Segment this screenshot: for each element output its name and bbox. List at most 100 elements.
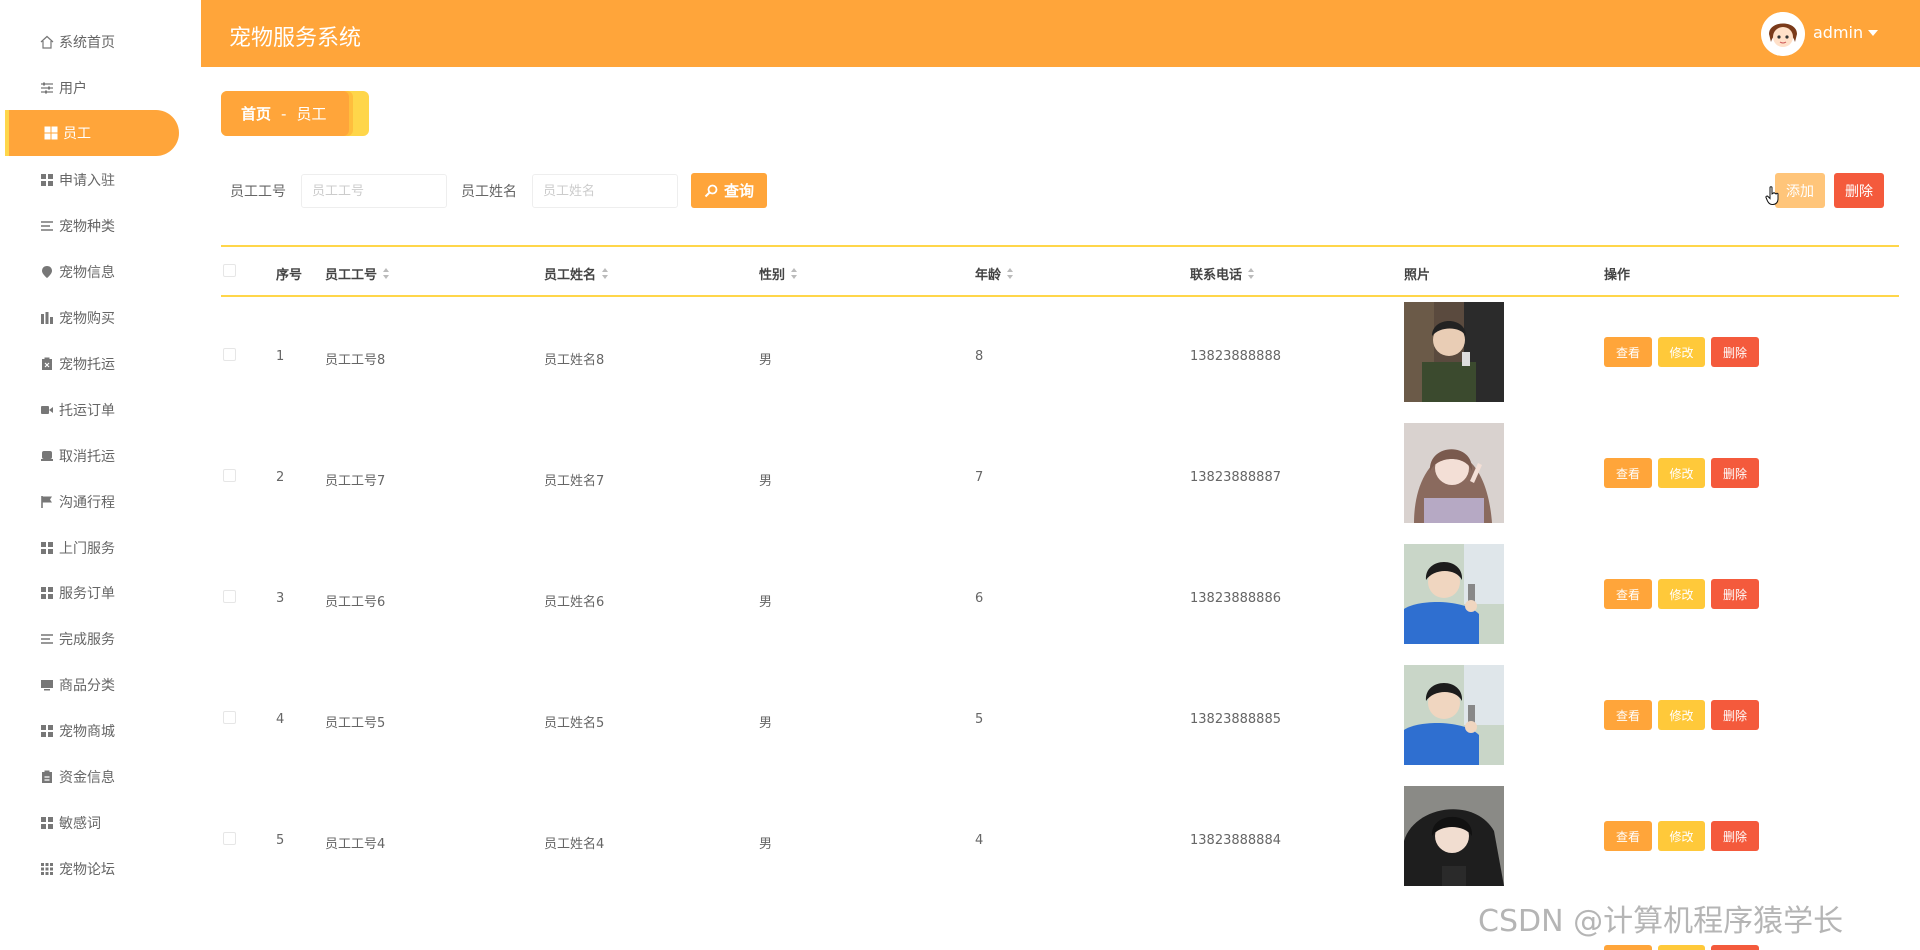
video-icon: [39, 402, 55, 418]
row-checkbox[interactable]: [223, 348, 236, 361]
column-header-age[interactable]: 年龄: [975, 264, 1014, 283]
cell-employee-name: 员工姓名4: [544, 837, 605, 852]
sidebar-item-label: 系统首页: [59, 35, 115, 51]
sidebar-item-sensitive-words[interactable]: 敏感词: [5, 800, 179, 846]
edit-button[interactable]: 修改: [1658, 579, 1705, 609]
sidebar-item-pet-purchase[interactable]: 宠物购买: [5, 295, 179, 341]
cell-employee-no: 员工工号5: [325, 716, 386, 731]
query-button[interactable]: 查询: [691, 173, 767, 208]
sidebar-item-users[interactable]: 用户: [5, 65, 179, 111]
row-checkbox[interactable]: [223, 469, 236, 482]
sidebar-item-apply[interactable]: 申请入驻: [5, 157, 179, 203]
edit-button[interactable]: 修改: [1658, 337, 1705, 367]
sidebar-item-label: 敏感词: [59, 816, 101, 832]
delete-row-button[interactable]: 删除: [1711, 700, 1759, 730]
delete-row-button[interactable]: 删除: [1711, 821, 1759, 851]
employee-no-label: 员工工号: [230, 184, 286, 200]
cell-employee-name: 员工姓名8: [544, 353, 605, 368]
top-bar: 宠物服务系统 admin: [201, 0, 1920, 67]
sidebar-item-pet-shipping[interactable]: 宠物托运: [5, 341, 179, 387]
sort-icon[interactable]: [1007, 268, 1014, 279]
column-header-employee-no[interactable]: 员工工号: [325, 264, 390, 283]
sort-icon[interactable]: [383, 268, 390, 279]
sort-icon[interactable]: [1248, 268, 1255, 279]
employee-photo: [1404, 786, 1504, 886]
sidebar-item-home[interactable]: 系统首页: [5, 19, 179, 65]
cell-gender: 男: [759, 474, 773, 489]
employee-name-input[interactable]: [532, 174, 678, 208]
sort-icon[interactable]: [602, 268, 609, 279]
delete-row-button[interactable]: 删除: [1711, 337, 1759, 367]
cell-age: 6: [975, 591, 984, 606]
sidebar-item-funds[interactable]: 资金信息: [5, 754, 179, 800]
delete-row-button[interactable]: 删除: [1711, 579, 1759, 609]
view-button[interactable]: 查看: [1604, 579, 1652, 609]
sidebar-item-cancel-shipping[interactable]: 取消托运: [5, 433, 179, 479]
table-row: 4 员工工号5 员工姓名5 男 5 13823888885 查看 修改 删除: [221, 660, 1899, 781]
cell-phone: 13823888886: [1190, 591, 1281, 606]
cell-employee-name: 员工姓名7: [544, 474, 605, 489]
view-button[interactable]: 查看: [1604, 700, 1652, 730]
delete-row-button[interactable]: [1711, 945, 1759, 950]
column-header-gender[interactable]: 性别: [759, 264, 798, 283]
column-header-employee-name[interactable]: 员工姓名: [544, 264, 609, 283]
watermark: CSDN @计算机程序猿学长: [1478, 904, 1844, 939]
home-icon: [39, 34, 55, 50]
edit-button[interactable]: [1658, 945, 1705, 950]
row-checkbox[interactable]: [223, 590, 236, 603]
view-button[interactable]: 查看: [1604, 821, 1652, 851]
flag-icon: [39, 494, 55, 510]
cell-employee-no: 员工工号7: [325, 474, 386, 489]
sidebar-item-pet-forum[interactable]: 宠物论坛: [5, 846, 179, 892]
view-button[interactable]: 查看: [1604, 458, 1652, 488]
breadcrumb-home[interactable]: 首页: [241, 103, 271, 124]
edit-button[interactable]: 修改: [1658, 458, 1705, 488]
cell-index: 2: [276, 470, 285, 485]
chevron-down-icon[interactable]: [1868, 30, 1878, 36]
sidebar-item-completed-service[interactable]: 完成服务: [5, 616, 179, 662]
grid-icon: [39, 540, 55, 556]
sidebar-item-pet-types[interactable]: 宠物种类: [5, 203, 179, 249]
sidebar-item-itinerary[interactable]: 沟通行程: [5, 479, 179, 525]
cell-phone: 13823888884: [1190, 833, 1281, 848]
view-button[interactable]: 查看: [1604, 337, 1652, 367]
sidebar-item-label: 托运订单: [59, 403, 115, 419]
query-label: 查询: [723, 182, 754, 200]
sidebar-item-service-orders[interactable]: 服务订单: [5, 570, 179, 616]
employee-photo: [1404, 544, 1504, 644]
sidebar-item-employees[interactable]: 员工: [5, 110, 179, 156]
sidebar-item-label: 服务订单: [59, 586, 115, 602]
employee-table: 序号 员工工号 员工姓名 性别 年龄 联系电话 照片 操作 1 员工工号8 员工…: [221, 245, 1899, 950]
list-icon: [39, 631, 55, 647]
cell-phone: 13823888885: [1190, 712, 1281, 727]
monitor-icon: [39, 677, 55, 693]
avatar[interactable]: [1761, 12, 1805, 56]
row-checkbox[interactable]: [223, 832, 236, 845]
row-checkbox[interactable]: [223, 711, 236, 724]
column-header-phone[interactable]: 联系电话: [1190, 264, 1255, 283]
sidebar-item-product-category[interactable]: 商品分类: [5, 662, 179, 708]
user-name[interactable]: admin: [1813, 23, 1863, 42]
edit-button[interactable]: 修改: [1658, 700, 1705, 730]
breadcrumb-separator: -: [281, 104, 287, 123]
view-button[interactable]: [1604, 945, 1652, 950]
cell-age: 4: [975, 833, 984, 848]
cell-employee-no: 员工工号6: [325, 595, 386, 610]
add-button[interactable]: 添加: [1775, 173, 1825, 208]
sidebar-item-pet-mall[interactable]: 宠物商城: [5, 708, 179, 754]
table-row: 3 员工工号6 员工姓名6 男 6 13823888886 查看 修改 删除: [221, 539, 1899, 660]
employee-no-input[interactable]: [301, 174, 447, 208]
select-all-checkbox[interactable]: [223, 264, 236, 277]
sidebar-item-shipping-orders[interactable]: 托运订单: [5, 387, 179, 433]
sidebar-item-label: 宠物论坛: [59, 862, 115, 878]
sidebar-item-pet-info[interactable]: 宠物信息: [5, 249, 179, 295]
delete-button[interactable]: 删除: [1834, 173, 1884, 208]
table-header: 序号 员工工号 员工姓名 性别 年龄 联系电话 照片 操作: [221, 245, 1899, 297]
table-row: 1 员工工号8 员工姓名8 男 8 13823888888 查看 修改 删除: [221, 297, 1899, 418]
sidebar-item-home-service[interactable]: 上门服务: [5, 525, 179, 571]
delete-row-button[interactable]: 删除: [1711, 458, 1759, 488]
table-row: 5 员工工号4 员工姓名4 男 4 13823888884 查看 修改 删除: [221, 781, 1899, 902]
sort-icon[interactable]: [791, 268, 798, 279]
edit-button[interactable]: 修改: [1658, 821, 1705, 851]
apps-icon: [39, 861, 55, 877]
